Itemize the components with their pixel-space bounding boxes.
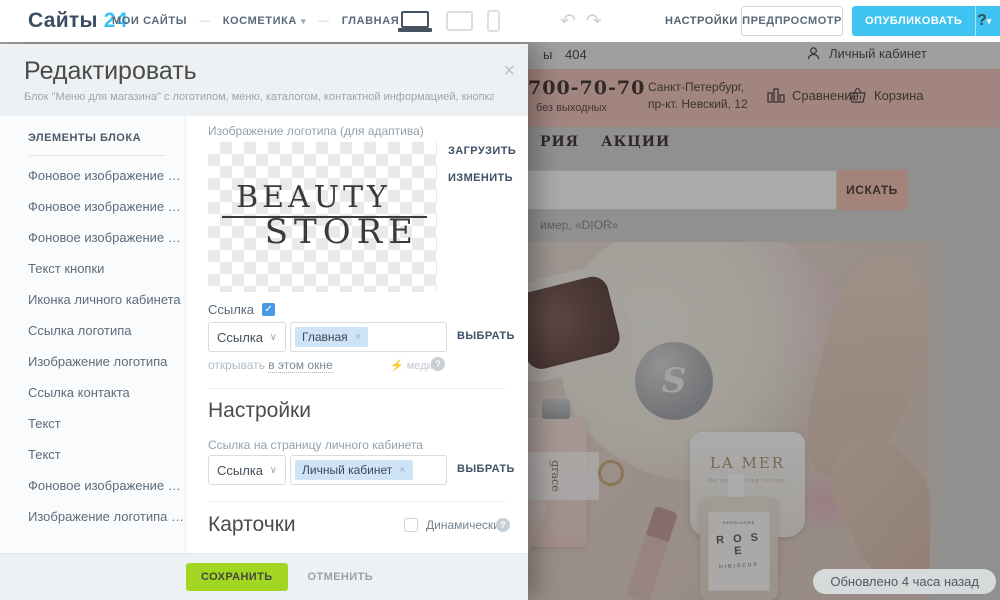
undo-icon[interactable]: ↶ bbox=[560, 10, 576, 33]
publish-label: ОПУБЛИКОВАТЬ bbox=[852, 6, 975, 36]
sidebar-item-logo-link[interactable]: Ссылка логотипа bbox=[0, 315, 185, 346]
modal-title: Редактировать bbox=[24, 57, 504, 86]
link-type-value: Ссылка bbox=[217, 330, 263, 345]
open-mode-toggle[interactable]: в этом окне bbox=[268, 358, 332, 373]
sidebar-item-logo-image[interactable]: Изображение логотипа bbox=[0, 346, 185, 377]
app-logo-name: Сайты bbox=[28, 9, 98, 33]
logo-line-beauty: BEAUTY bbox=[208, 180, 437, 215]
link-target-tag-label: Главная bbox=[302, 330, 348, 344]
sidebar-item-account-icon[interactable]: Иконка личного кабинета bbox=[0, 284, 185, 315]
toolbar-menu: МОИ САЙТЫ — КОСМЕТИКА ▾ — ГЛАВНАЯ ▾ bbox=[112, 0, 408, 42]
account-link-label: Ссылка на страницу личного кабинета bbox=[208, 438, 423, 452]
account-link-tag: Личный кабинет × bbox=[295, 460, 413, 480]
open-mode-row: открывать в этом окне bbox=[208, 358, 333, 372]
settings-section-title: Настройки bbox=[208, 399, 311, 423]
dynamic-cards-label: Динамические bbox=[426, 518, 507, 532]
preview-button[interactable]: ПРЕДПРОСМОТР bbox=[741, 6, 843, 36]
edit-modal: Редактировать Блок "Меню для магазина" с… bbox=[0, 44, 528, 600]
settings-menu[interactable]: НАСТРОЙКИ ▾ bbox=[665, 0, 747, 42]
tag-remove-icon[interactable]: × bbox=[355, 331, 361, 343]
close-icon[interactable]: × bbox=[503, 61, 515, 81]
link-type-dropdown[interactable]: Ссылка ∨ bbox=[208, 322, 286, 352]
cards-section-title: Карточки bbox=[208, 513, 296, 537]
help-icon[interactable]: ? bbox=[496, 518, 510, 532]
logo-line-store: STORE bbox=[208, 212, 437, 252]
account-link-input[interactable]: Личный кабинет × bbox=[290, 455, 447, 485]
modal-body: ЭЛЕМЕНТЫ БЛОКА Фоновое изображение … Фон… bbox=[0, 116, 528, 553]
sidebar-item-bg-image-2[interactable]: Фоновое изображение … bbox=[0, 191, 185, 222]
upload-link[interactable]: ЗАГРУЗИТЬ bbox=[448, 145, 516, 157]
menu-page-main[interactable]: ГЛАВНАЯ bbox=[342, 15, 400, 27]
change-link[interactable]: ИЗМЕНИТЬ bbox=[448, 172, 513, 184]
block-elements-sidebar: ЭЛЕМЕНТЫ БЛОКА Фоновое изображение … Фон… bbox=[0, 116, 186, 553]
account-link-tag-label: Личный кабинет bbox=[302, 463, 392, 477]
account-link-type-dropdown[interactable]: Ссылка ∨ bbox=[208, 455, 286, 485]
link-target-tag: Главная × bbox=[295, 327, 368, 347]
history-controls: ↶ ↷ bbox=[560, 0, 602, 42]
link-checkbox-checked[interactable]: ✓ bbox=[262, 303, 275, 316]
chevron-down-icon: ▾ bbox=[301, 16, 306, 27]
chevron-down-icon: ∨ bbox=[270, 465, 277, 476]
menu-separator: — bbox=[199, 15, 211, 27]
tag-remove-icon[interactable]: × bbox=[399, 464, 405, 476]
editor-stage: ы 404 Личный кабинет 700-70-70 без выход… bbox=[0, 0, 1000, 600]
logo-image-preview[interactable]: BEAUTY STORE bbox=[208, 142, 437, 292]
open-prefix: открывать bbox=[208, 358, 265, 372]
redo-icon[interactable]: ↷ bbox=[586, 10, 602, 33]
link-checkbox-row: Ссылка ✓ bbox=[208, 302, 275, 317]
menu-separator: — bbox=[318, 15, 330, 27]
dynamic-cards-checkbox[interactable] bbox=[404, 518, 418, 532]
sidebar-item-contact-link[interactable]: Ссылка контакта bbox=[0, 377, 185, 408]
dynamic-cards-row: Динамические bbox=[404, 518, 507, 532]
device-switcher bbox=[398, 0, 500, 42]
beauty-store-logo: BEAUTY STORE bbox=[208, 180, 437, 252]
sidebar-item-button-text[interactable]: Текст кнопки bbox=[0, 253, 185, 284]
menu-site-cosmetics[interactable]: КОСМЕТИКА bbox=[223, 15, 297, 27]
section-divider bbox=[208, 388, 506, 389]
sidebar-item-bg-image-3[interactable]: Фоновое изображение … bbox=[0, 222, 185, 253]
section-divider bbox=[208, 501, 506, 502]
menu-my-sites[interactable]: МОИ САЙТЫ bbox=[112, 15, 187, 27]
sidebar-item-bg-image-4[interactable]: Фоновое изображение … bbox=[0, 470, 185, 501]
logo-image-label: Изображение логотипа (для адаптива) bbox=[208, 124, 424, 138]
settings-label: НАСТРОЙКИ bbox=[665, 15, 738, 27]
modal-subtitle: Блок "Меню для магазина" с логотипом, ме… bbox=[24, 91, 494, 103]
sidebar-item-text-1[interactable]: Текст bbox=[0, 408, 185, 439]
help-icon[interactable]: ? bbox=[431, 357, 445, 371]
tablet-view-icon[interactable] bbox=[446, 11, 473, 31]
sidebar-item-text-2[interactable]: Текст bbox=[0, 439, 185, 470]
help-button[interactable]: ? bbox=[977, 0, 987, 42]
modal-header: Редактировать Блок "Меню для магазина" с… bbox=[0, 44, 528, 116]
mobile-view-icon[interactable] bbox=[487, 10, 500, 32]
sidebar-header: ЭЛЕМЕНТЫ БЛОКА bbox=[28, 132, 165, 144]
choose-link-button[interactable]: ВЫБРАТЬ bbox=[457, 330, 515, 342]
chevron-down-icon: ∨ bbox=[270, 332, 277, 343]
sidebar-divider bbox=[28, 155, 165, 156]
link-checkbox-label: Ссылка bbox=[208, 302, 254, 317]
modal-main-panel: Изображение логотипа (для адаптива) BEAU… bbox=[186, 116, 528, 553]
account-link-type-value: Ссылка bbox=[217, 463, 263, 478]
desktop-view-icon[interactable] bbox=[398, 10, 432, 32]
save-button[interactable]: СОХРАНИТЬ bbox=[186, 563, 288, 591]
editor-toolbar: Сайты 24 МОИ САЙТЫ — КОСМЕТИКА ▾ — ГЛАВН… bbox=[0, 0, 1000, 42]
cancel-button[interactable]: ОТМЕНИТЬ bbox=[308, 571, 373, 583]
sidebar-item-logo-image-adaptive[interactable]: Изображение логотипа … bbox=[0, 501, 185, 532]
link-target-input[interactable]: Главная × bbox=[290, 322, 447, 352]
sidebar-item-bg-image-1[interactable]: Фоновое изображение … bbox=[0, 160, 185, 191]
choose-account-link-button[interactable]: ВЫБРАТЬ bbox=[457, 463, 515, 475]
modal-footer: СОХРАНИТЬ ОТМЕНИТЬ bbox=[0, 553, 528, 600]
updated-badge: Обновлено 4 часа назад bbox=[813, 569, 996, 594]
